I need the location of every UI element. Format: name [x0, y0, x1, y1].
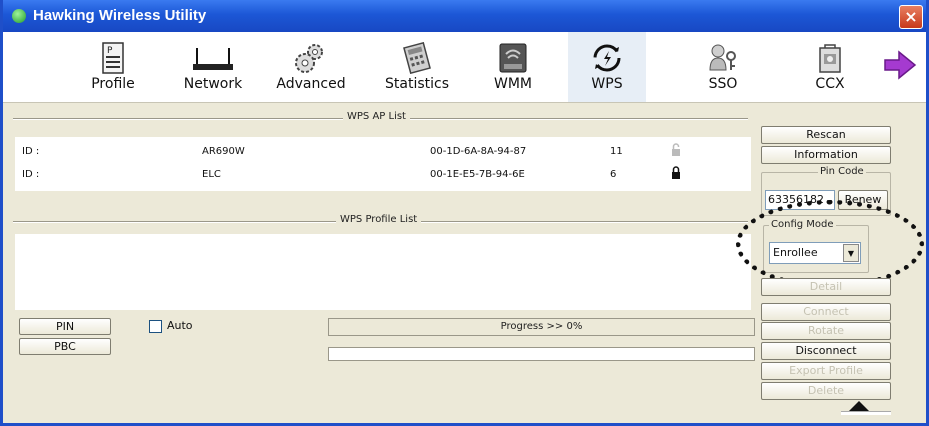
collapse-bar — [841, 411, 891, 415]
ap-id-label: ID : — [22, 169, 40, 180]
tab-advanced[interactable]: Advanced — [269, 32, 353, 102]
tab-network[interactable]: Network — [171, 32, 255, 102]
auto-checkbox[interactable] — [149, 320, 162, 333]
detail-button[interactable]: Detail — [761, 278, 891, 296]
rescan-button[interactable]: Rescan — [761, 126, 891, 144]
tab-sso[interactable]: SSO — [681, 32, 765, 102]
profile-icon: P — [102, 42, 124, 74]
tab-statistics-label: Statistics — [385, 76, 449, 92]
ap-ssid: AR690W — [202, 146, 245, 157]
tab-profile-label: Profile — [91, 76, 135, 92]
connect-button[interactable]: Connect — [761, 303, 891, 321]
ap-channel: 6 — [610, 169, 617, 180]
advanced-icon — [295, 44, 323, 73]
app-window: Hawking Wireless Utility × P Profile Net… — [0, 0, 929, 426]
tab-wmm[interactable]: WMM — [471, 32, 555, 102]
pin-code-label: Pin Code — [818, 166, 866, 177]
wps-ap-list-title: WPS AP List — [343, 111, 410, 122]
app-icon — [12, 9, 26, 23]
wmm-icon — [499, 43, 527, 73]
wps-profile-list-title: WPS Profile List — [336, 214, 422, 225]
tab-statistics[interactable]: Statistics — [375, 32, 459, 102]
tab-network-label: Network — [183, 76, 243, 92]
tab-wps[interactable]: WPS — [568, 32, 646, 102]
lock-open-icon — [672, 143, 680, 156]
export-profile-button[interactable]: Export Profile — [761, 362, 891, 380]
collapse-arrow-icon[interactable] — [849, 401, 869, 411]
title-bar[interactable]: Hawking Wireless Utility × — [3, 0, 926, 32]
pin-button[interactable]: PIN — [19, 318, 111, 335]
network-icon — [193, 48, 233, 70]
close-button[interactable]: × — [899, 5, 923, 29]
wps-profile-list[interactable] — [15, 234, 751, 310]
sso-icon — [709, 44, 736, 71]
tab-wps-label: WPS — [591, 76, 623, 92]
delete-button[interactable]: Delete — [761, 382, 891, 400]
svg-text:P: P — [107, 46, 113, 56]
progress-bar — [328, 347, 755, 361]
tab-advanced-label: Advanced — [276, 76, 346, 92]
disconnect-button[interactable]: Disconnect — [761, 342, 891, 360]
ap-row[interactable]: ID : AR690W 00-1D-6A-8A-94-87 11 — [16, 141, 750, 163]
ap-bssid: 00-1D-6A-8A-94-87 — [430, 146, 527, 157]
ap-id-label: ID : — [22, 146, 40, 157]
ap-ssid: ELC — [202, 169, 221, 180]
tab-sso-label: SSO — [708, 76, 738, 92]
statistics-icon — [403, 42, 431, 74]
auto-label: Auto — [167, 319, 193, 332]
ap-row[interactable]: ID : ELC 00-1E-E5-7B-94-6E 6 — [16, 164, 750, 186]
window-title: Hawking Wireless Utility — [33, 7, 207, 24]
ap-bssid: 00-1E-E5-7B-94-6E — [430, 169, 525, 180]
tab-ccx-label: CCX — [815, 76, 845, 92]
ccx-icon — [819, 44, 841, 73]
highlight-ring — [736, 200, 924, 288]
wps-ap-list[interactable]: ID : AR690W 00-1D-6A-8A-94-87 11 ID : EL… — [15, 137, 751, 191]
tab-wmm-label: WMM — [493, 76, 532, 92]
information-button[interactable]: Information — [761, 146, 891, 164]
toolbar: P Profile Network Advanced Statistics WM… — [3, 32, 926, 103]
next-arrow-icon[interactable] — [883, 50, 917, 84]
wps-icon — [593, 44, 621, 72]
progress-label: Progress >> 0% — [328, 318, 755, 336]
pbc-button[interactable]: PBC — [19, 338, 111, 355]
ap-channel: 11 — [610, 146, 623, 157]
tab-ccx[interactable]: CCX — [788, 32, 872, 102]
tab-profile[interactable]: P Profile — [71, 32, 155, 102]
lock-closed-icon — [672, 166, 680, 179]
rotate-button[interactable]: Rotate — [761, 322, 891, 340]
